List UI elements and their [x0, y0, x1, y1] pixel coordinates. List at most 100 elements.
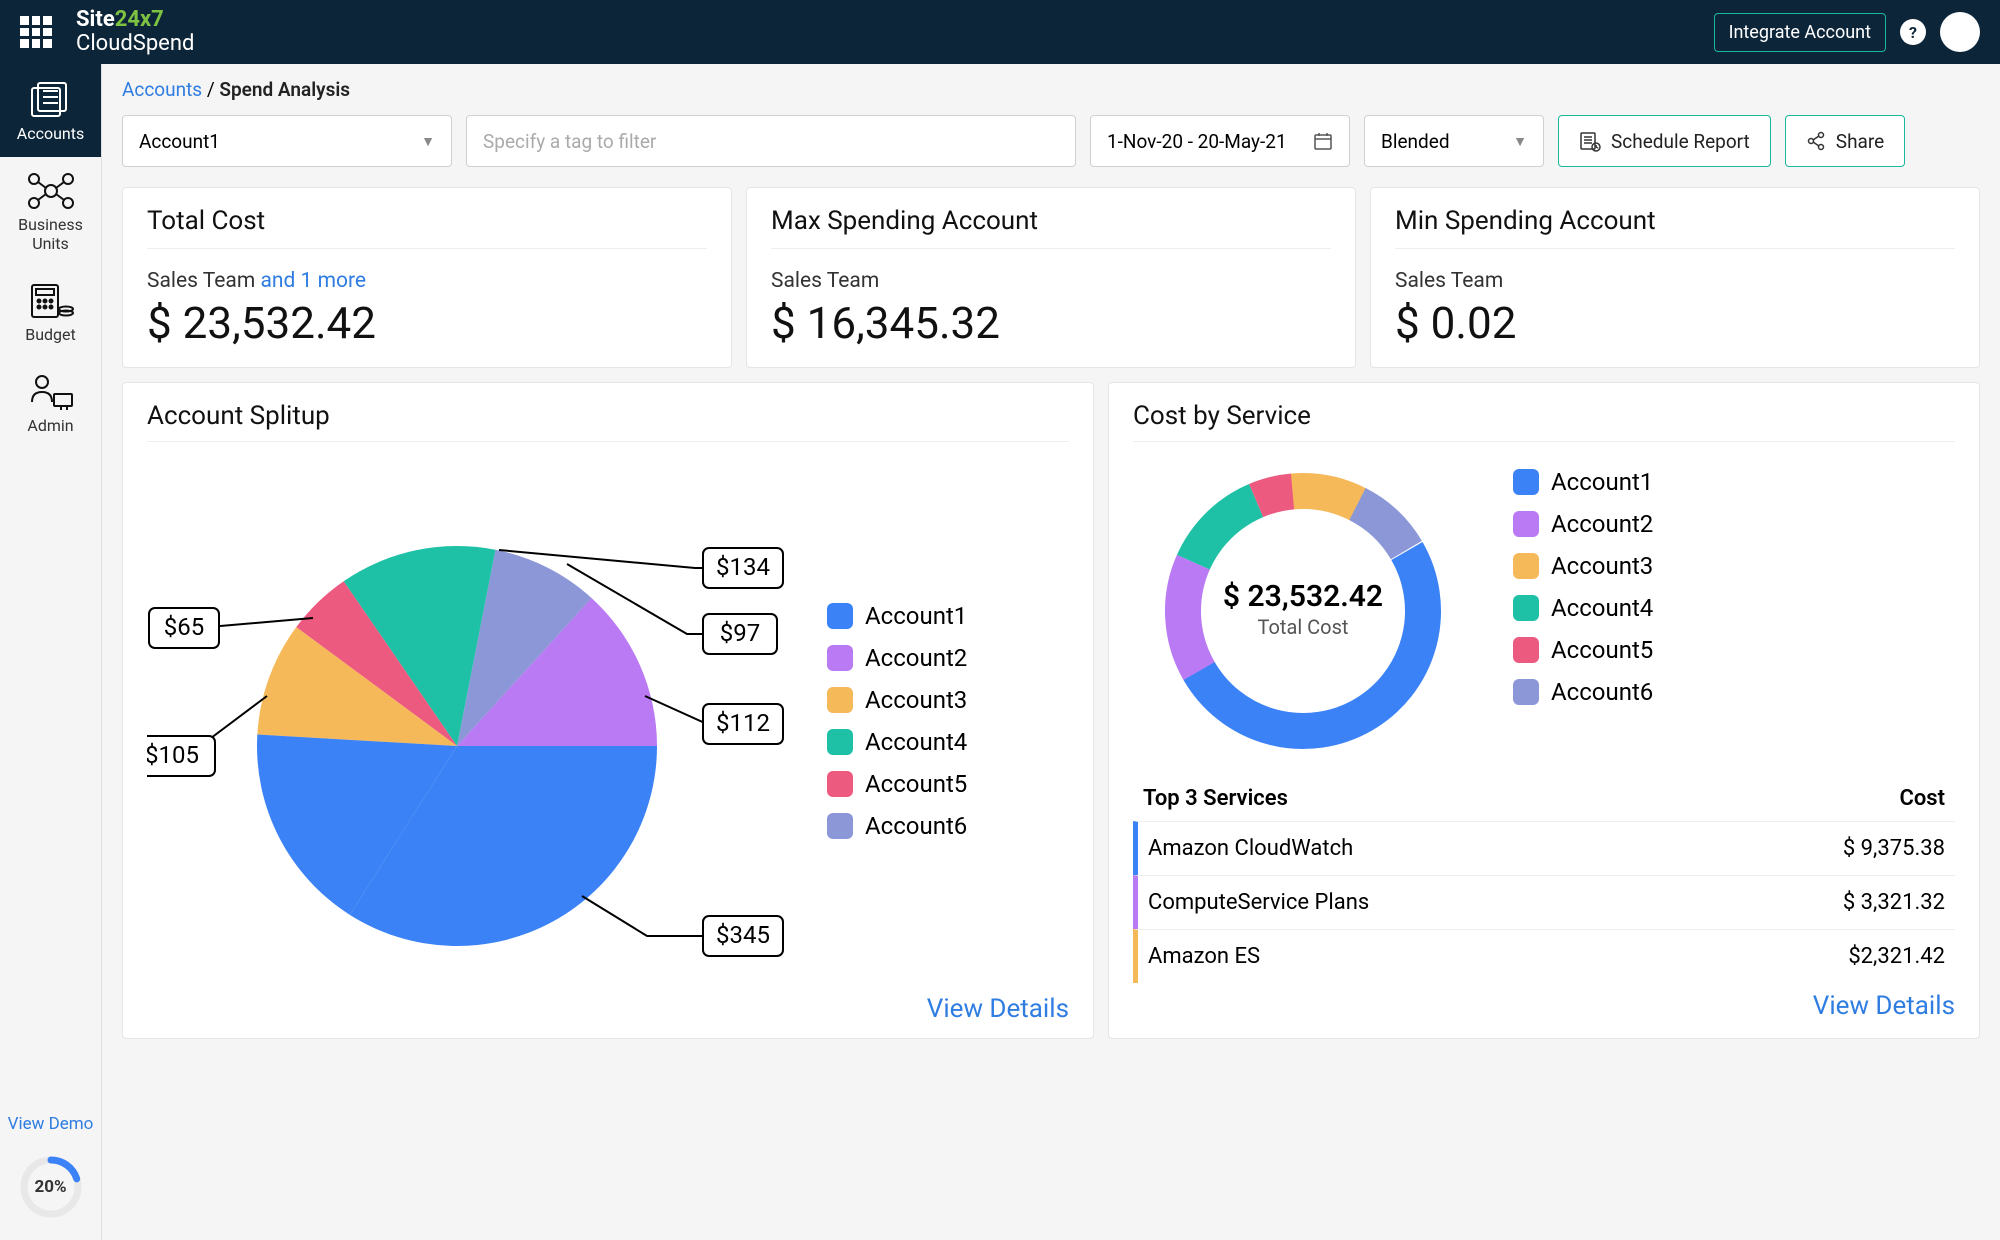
table-row: ComputeService Plans$ 3,321.32: [1133, 875, 1955, 929]
card-subtitle: Sales Team: [771, 269, 1331, 293]
callout-value: $65: [164, 613, 204, 641]
donut-legend: Account1 Account2 Account3 Account4 Acco…: [1513, 468, 1653, 706]
account-select-value: Account1: [139, 130, 220, 153]
tag-placeholder: Specify a tag to filter: [483, 130, 656, 153]
schedule-icon: [1579, 130, 1601, 152]
view-details-link[interactable]: View Details: [1133, 991, 1955, 1021]
service-name: Amazon CloudWatch: [1148, 836, 1843, 861]
min-spending-card: Min Spending Account Sales Team $ 0.02: [1370, 187, 1980, 368]
sidebar: Accounts Business Units Budget Admin Vie…: [0, 64, 102, 1240]
admin-icon: [26, 372, 76, 412]
date-range-value: 1-Nov-20 - 20-May-21: [1107, 130, 1287, 153]
legend-label: Account4: [865, 728, 967, 756]
apps-grid-icon[interactable]: [20, 16, 52, 48]
service-name: Amazon ES: [1148, 944, 1848, 969]
breadcrumb-root[interactable]: Accounts: [122, 78, 202, 101]
schedule-report-button[interactable]: Schedule Report: [1558, 115, 1771, 167]
chevron-down-icon: ▼: [421, 133, 435, 150]
date-range-picker[interactable]: 1-Nov-20 - 20-May-21: [1090, 115, 1350, 167]
cost-type-select[interactable]: Blended ▼: [1364, 115, 1544, 167]
legend-label: Account1: [1551, 468, 1653, 496]
logo-accent: 24x7: [115, 7, 164, 32]
sidebar-item-label: Accounts: [17, 124, 84, 143]
top-navbar: Site24x7 CloudSpend Integrate Account ?: [0, 0, 2000, 64]
legend-label: Account2: [1551, 510, 1653, 538]
account-splitup-pie-chart: $345 $112 $97 $134 $65 $105: [147, 456, 787, 986]
service-name: ComputeService Plans: [1148, 890, 1843, 915]
legend-label: Account4: [1551, 594, 1653, 622]
legend-label: Account2: [865, 644, 967, 672]
account-select[interactable]: Account1 ▼: [122, 115, 452, 167]
card-title: Max Spending Account: [771, 206, 1331, 249]
logo-text: Site: [76, 7, 115, 32]
share-button[interactable]: Share: [1785, 115, 1905, 167]
card-subtitle-extra[interactable]: and 1 more: [260, 269, 366, 293]
filter-bar: Account1 ▼ Specify a tag to filter 1-Nov…: [122, 115, 1980, 167]
budget-icon: [26, 281, 76, 321]
donut-center-value: $ 23,532.42: [1223, 579, 1383, 614]
callout-value: $112: [716, 709, 770, 737]
sidebar-item-admin[interactable]: Admin: [0, 358, 101, 449]
breadcrumb-sep: /: [202, 78, 219, 101]
panel-title: Account Splitup: [147, 401, 1069, 442]
table-row: Amazon ES$2,321.42: [1133, 929, 1955, 983]
top-services-table: Top 3 ServicesCost Amazon CloudWatch$ 9,…: [1133, 776, 1955, 983]
cost-by-service-donut-chart: $ 23,532.42 Total Cost: [1133, 456, 1473, 766]
view-details-link[interactable]: View Details: [147, 994, 1069, 1024]
table-header: Top 3 Services: [1143, 786, 1899, 811]
cost-type-value: Blended: [1381, 130, 1450, 153]
progress-value: 20%: [18, 1154, 84, 1220]
schedule-label: Schedule Report: [1611, 130, 1750, 153]
card-value: $ 23,532.42: [147, 297, 707, 349]
card-title: Total Cost: [147, 206, 707, 249]
view-demo-link[interactable]: View Demo: [8, 1106, 94, 1142]
max-spending-card: Max Spending Account Sales Team $ 16,345…: [746, 187, 1356, 368]
main-content: Accounts / Spend Analysis Account1 ▼ Spe…: [102, 64, 2000, 1240]
legend-label: Account6: [1551, 678, 1653, 706]
business-units-icon: [26, 171, 76, 211]
sidebar-item-label: Business Units: [18, 215, 83, 253]
panel-title: Cost by Service: [1133, 401, 1955, 442]
legend-label: Account6: [865, 812, 967, 840]
callout-value: $105: [147, 741, 199, 769]
sidebar-item-budget[interactable]: Budget: [0, 267, 101, 358]
cost-by-service-panel: Cost by Service $ 23,532.42 Total Cost: [1108, 382, 1980, 1039]
donut-center-label: Total Cost: [1258, 615, 1349, 639]
logo-subtitle: CloudSpend: [76, 32, 194, 56]
sidebar-item-label: Admin: [27, 416, 73, 435]
legend-label: Account5: [1551, 636, 1653, 664]
share-label: Share: [1836, 130, 1884, 153]
chevron-down-icon: ▼: [1513, 133, 1527, 150]
sidebar-item-accounts[interactable]: Accounts: [0, 64, 101, 157]
help-icon[interactable]: ?: [1900, 19, 1926, 45]
legend-label: Account3: [865, 686, 967, 714]
callout-value: $134: [716, 553, 770, 581]
card-title: Min Spending Account: [1395, 206, 1955, 249]
callout-value: $97: [720, 619, 760, 647]
service-cost: $2,321.42: [1848, 944, 1945, 969]
accounts-icon: [28, 78, 74, 120]
integrate-account-button[interactable]: Integrate Account: [1714, 13, 1886, 52]
card-value: $ 0.02: [1395, 297, 1955, 349]
sidebar-item-label: Budget: [25, 325, 76, 344]
pie-legend: Account1 Account2 Account3 Account4 Acco…: [827, 602, 967, 840]
legend-label: Account5: [865, 770, 967, 798]
account-splitup-panel: Account Splitup: [122, 382, 1094, 1039]
breadcrumb-current: Spend Analysis: [219, 78, 350, 101]
brand-logo: Site24x7 CloudSpend: [76, 8, 194, 56]
usage-progress-ring: 20%: [18, 1154, 84, 1220]
sidebar-item-business-units[interactable]: Business Units: [0, 157, 101, 267]
card-subtitle: Sales Team: [1395, 269, 1955, 293]
avatar[interactable]: [1940, 12, 1980, 52]
service-cost: $ 3,321.32: [1843, 890, 1945, 915]
legend-label: Account3: [1551, 552, 1653, 580]
tag-filter-input[interactable]: Specify a tag to filter: [466, 115, 1076, 167]
service-cost: $ 9,375.38: [1843, 836, 1945, 861]
callout-value: $345: [716, 921, 770, 949]
total-cost-card: Total Cost Sales Team and 1 more $ 23,53…: [122, 187, 732, 368]
table-row: Amazon CloudWatch$ 9,375.38: [1133, 821, 1955, 875]
card-value: $ 16,345.32: [771, 297, 1331, 349]
table-header: Cost: [1899, 786, 1945, 811]
breadcrumb: Accounts / Spend Analysis: [122, 78, 1980, 101]
card-subtitle: Sales Team: [147, 269, 260, 293]
